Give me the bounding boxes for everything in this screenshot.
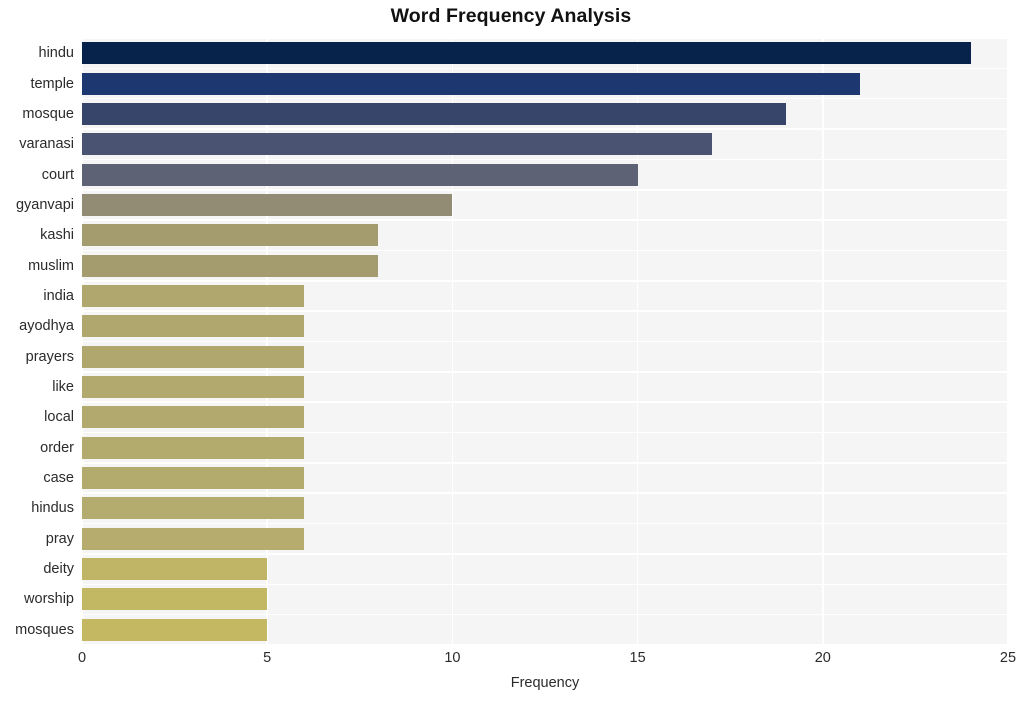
bar — [82, 224, 379, 247]
plot-area — [81, 37, 1009, 646]
y-axis-tick-label: mosques — [15, 621, 74, 638]
bar-series — [82, 38, 1008, 645]
chart-title: Word Frequency Analysis — [390, 5, 632, 27]
y-axis-tick-labels: hindu temple mosque varanasi court gyanvapi ka… — [0, 38, 74, 645]
y-axis-tick-label: deity — [43, 561, 74, 578]
y-axis-tick-label: india — [43, 287, 74, 304]
bar — [82, 42, 971, 65]
bar — [82, 558, 268, 581]
bar — [82, 254, 379, 277]
bar — [82, 406, 305, 429]
y-axis-tick-label: local — [44, 409, 74, 426]
bar — [82, 436, 305, 459]
y-axis-tick-label: mosque — [22, 105, 74, 122]
y-axis-tick-label: varanasi — [19, 136, 74, 153]
y-axis-tick-label: muslim — [28, 257, 74, 274]
x-axis-title: Frequency — [510, 675, 580, 691]
y-axis-tick-label: worship — [24, 591, 74, 608]
x-axis-tick-label: 0 — [77, 650, 87, 666]
x-axis-tick-label: 15 — [629, 650, 646, 666]
bar — [82, 345, 305, 368]
bar — [82, 467, 305, 490]
x-axis-tick-labels: 0 5 10 15 20 25 — [0, 650, 1022, 672]
y-axis-tick-label: hindu — [38, 45, 74, 62]
y-axis-tick-label: gyanvapi — [15, 196, 74, 213]
x-axis-tick-label: 25 — [999, 650, 1017, 666]
bar — [82, 527, 305, 550]
y-axis-tick-label: order — [40, 439, 74, 456]
y-axis-tick-label: case — [43, 470, 74, 487]
y-axis-tick-label: kashi — [40, 227, 74, 244]
bar — [82, 618, 268, 641]
y-axis-tick-label: temple — [30, 75, 74, 92]
bar — [82, 376, 305, 399]
y-axis-tick-label: prayers — [25, 348, 74, 365]
word-frequency-chart-figure: Word Frequency Analysis hindu temple mosqu… — [0, 0, 1022, 701]
y-axis-tick-label: court — [41, 166, 74, 183]
bar — [82, 588, 268, 611]
bar — [82, 315, 305, 338]
bar — [82, 133, 712, 156]
y-axis-tick-label: ayodhya — [19, 318, 74, 335]
bar — [82, 102, 786, 125]
x-axis-tick-label: 5 — [263, 650, 272, 666]
bar — [82, 193, 453, 216]
x-axis-tick-label: 20 — [814, 650, 831, 666]
bar — [82, 284, 305, 307]
y-axis-tick-label: hindus — [31, 500, 74, 517]
bar — [82, 497, 305, 520]
x-axis-tick-label: 10 — [444, 650, 461, 666]
y-axis-tick-label: pray — [45, 530, 74, 547]
bar — [82, 163, 638, 186]
bar — [82, 72, 860, 95]
y-axis-tick-label: like — [52, 379, 74, 396]
